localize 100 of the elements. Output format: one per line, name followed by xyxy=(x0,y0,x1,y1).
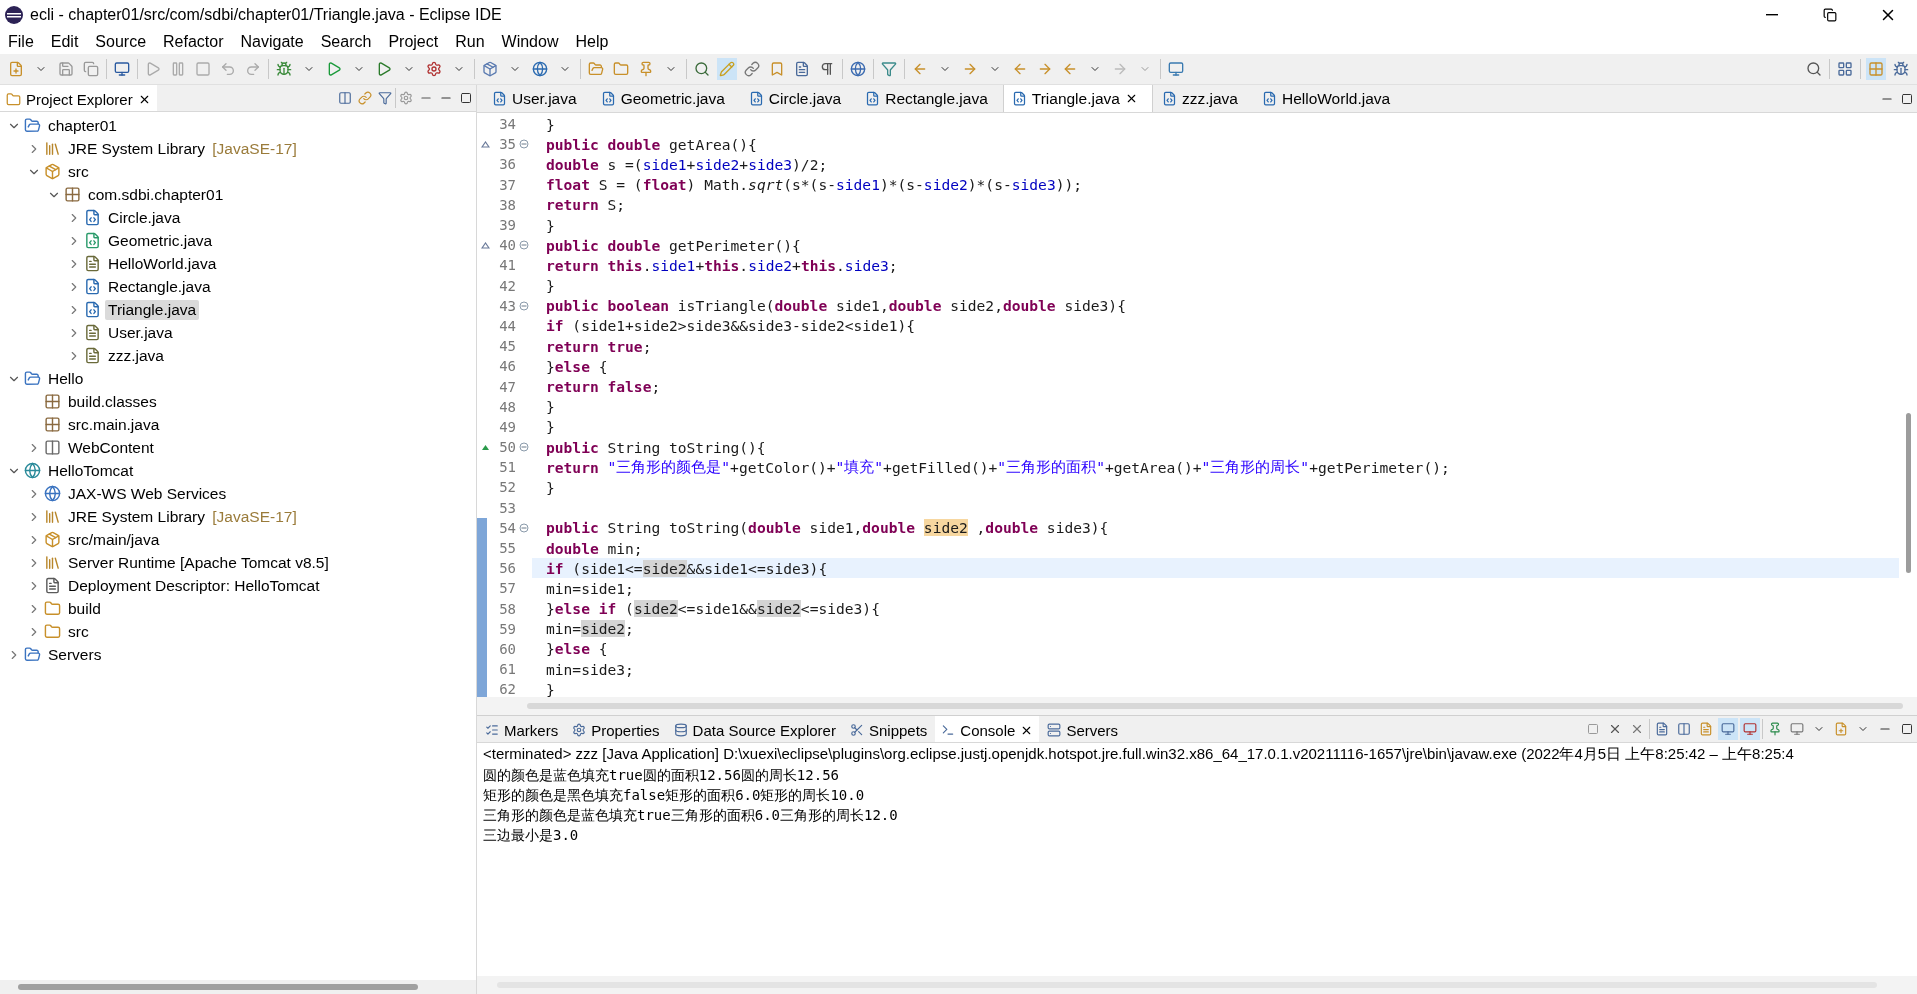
line-number: 61 xyxy=(498,661,516,678)
line-number: 47 xyxy=(498,378,516,395)
scrollbar-thumb[interactable] xyxy=(527,703,1903,709)
code-line: min=side1; xyxy=(545,578,635,599)
fold-icon[interactable] xyxy=(519,240,529,251)
line-number: 35 xyxy=(498,136,516,153)
folder-icon xyxy=(44,600,61,617)
code-line: }else { xyxy=(545,356,609,377)
line-number: 58 xyxy=(498,600,516,617)
tree-item[interactable]: Servers xyxy=(45,644,105,665)
menu-item[interactable]: Source xyxy=(89,33,158,51)
menu-item[interactable]: Edit xyxy=(44,33,90,51)
view-tab[interactable]: Markers xyxy=(479,716,565,742)
editor-tab[interactable]: Rectangle.java xyxy=(856,85,1003,112)
library-icon xyxy=(44,508,61,525)
tree-item[interactable]: Deployment Descriptor: HelloTomcat xyxy=(65,575,323,596)
tree-item[interactable]: chapter01 xyxy=(45,115,120,136)
project-folder-icon xyxy=(24,117,41,134)
editor-tab[interactable]: zzz.java xyxy=(1152,85,1253,112)
show-on-error-icon[interactable] xyxy=(1740,718,1760,740)
view-tab[interactable]: Properties xyxy=(566,716,666,742)
folder-icon xyxy=(6,91,21,107)
java-file-icon xyxy=(1261,91,1277,106)
java-file-icon xyxy=(84,347,101,364)
menu-item[interactable]: Search xyxy=(314,33,383,51)
console-output-line: 圆的颜色是蓝色填充true圆的面积12.56圆的周长12.56 xyxy=(482,766,840,785)
tree-item[interactable]: build.classes xyxy=(65,391,160,412)
line-number: 51 xyxy=(498,459,516,476)
tree-item[interactable]: WebContent xyxy=(65,437,157,458)
line-number: 55 xyxy=(498,540,516,557)
view-tab[interactable]: Servers xyxy=(1041,716,1125,742)
view-tab[interactable]: Console xyxy=(935,716,1040,742)
java-file-icon xyxy=(84,301,101,318)
line-number: 48 xyxy=(498,398,516,415)
code-line: public String toString(double side1,double side2 ,double side3){ xyxy=(545,518,1110,538)
menu-item[interactable]: Project xyxy=(382,33,450,51)
tree-item[interactable]: Rectangle.java xyxy=(105,276,214,297)
code-line: float S = (float) Math.sqrt(s*(s-side1)*(s-side2)*(s-side3)); xyxy=(545,175,1084,195)
fold-icon[interactable] xyxy=(519,522,529,533)
project-folder-icon xyxy=(24,370,41,387)
tree-item[interactable]: build xyxy=(65,598,104,619)
globe-icon xyxy=(44,485,61,502)
line-number: 49 xyxy=(498,418,516,435)
line-number: 43 xyxy=(498,297,516,314)
fold-icon[interactable] xyxy=(519,139,529,150)
line-number: 39 xyxy=(498,217,516,234)
scrollbar-thumb[interactable] xyxy=(18,984,418,990)
source-folder-icon xyxy=(44,531,61,548)
view-icon xyxy=(485,723,499,737)
console-output-line: 矩形的颜色是黑色填充false矩形的面积6.0矩形的周长10.0 xyxy=(482,786,866,805)
tree-item[interactable]: User.java xyxy=(105,322,176,343)
code-line: } xyxy=(545,276,556,296)
show-on-output-icon[interactable] xyxy=(1718,718,1738,740)
console-output-line: 三角形的颜色是蓝色填充true三角形的面积6.0三角形的周长12.0 xyxy=(482,806,899,825)
tree-item[interactable]: src/main/java xyxy=(65,529,163,550)
project-folder-icon xyxy=(24,646,41,663)
tree-item[interactable]: JAX-WS Web Services xyxy=(65,483,230,504)
editor-tab[interactable]: Triangle.java xyxy=(1002,85,1153,112)
tree-item[interactable]: Geometric.java xyxy=(105,230,216,251)
tree-item[interactable]: HelloWorld.java xyxy=(105,253,220,274)
tree-item[interactable]: com.sdbi.chapter01 xyxy=(85,184,227,205)
editor-tab[interactable]: HelloWorld.java xyxy=(1252,85,1406,112)
tree-item[interactable]: HelloTomcat xyxy=(45,460,137,481)
tree-item[interactable]: src.main.java xyxy=(65,414,163,435)
tree-item[interactable]: src xyxy=(65,161,92,182)
code-line: if (side1+side2>side3&&side3-side2<side1){ xyxy=(545,316,917,337)
view-tab[interactable]: Snippets xyxy=(843,716,934,742)
line-number: 40 xyxy=(498,237,516,254)
java-file-icon xyxy=(865,91,881,106)
code-line: return true; xyxy=(545,336,653,357)
menu-item[interactable]: Help xyxy=(569,33,620,51)
view-tab[interactable]: Project Explorer xyxy=(0,85,157,111)
tree-item[interactable]: Server Runtime [Apache Tomcat v8.5] xyxy=(65,552,332,573)
java-file-icon xyxy=(84,278,101,295)
tree-item[interactable]: Triangle.java xyxy=(105,299,200,320)
editor-tab[interactable]: Geometric.java xyxy=(591,85,740,112)
line-number: 41 xyxy=(498,257,516,274)
mark-occurrences-icon[interactable] xyxy=(717,58,737,80)
menu-item[interactable]: File xyxy=(2,33,45,51)
editor-tab[interactable]: User.java xyxy=(483,85,592,112)
tree-item[interactable]: Hello xyxy=(45,368,87,389)
tree-item[interactable]: JRE System Library xyxy=(65,138,208,159)
java-perspective-icon[interactable] xyxy=(1866,58,1886,80)
tree-item[interactable]: JRE System Library xyxy=(65,506,208,527)
view-tab[interactable]: Data Source Explorer xyxy=(667,716,842,742)
console-output-line: 三边最小是3.0 xyxy=(482,826,580,845)
tree-item[interactable]: Circle.java xyxy=(105,207,184,228)
fold-icon[interactable] xyxy=(519,300,529,311)
fold-icon[interactable] xyxy=(519,442,529,453)
code-line: }else if (side2<=side1&&side2<=side3){ xyxy=(545,599,881,619)
scrollbar-thumb[interactable] xyxy=(1905,413,1911,573)
menu-item[interactable]: Run xyxy=(449,33,496,51)
java-file-icon xyxy=(1011,91,1027,106)
menu-item[interactable]: Refactor xyxy=(157,33,235,51)
menu-item[interactable]: Window xyxy=(495,33,570,51)
menu-item[interactable]: Navigate xyxy=(234,33,315,51)
tree-item[interactable]: zzz.java xyxy=(105,345,167,366)
editor-tab[interactable]: Circle.java xyxy=(739,85,857,112)
tree-item[interactable]: src xyxy=(65,621,92,642)
code-line: } xyxy=(545,477,556,498)
